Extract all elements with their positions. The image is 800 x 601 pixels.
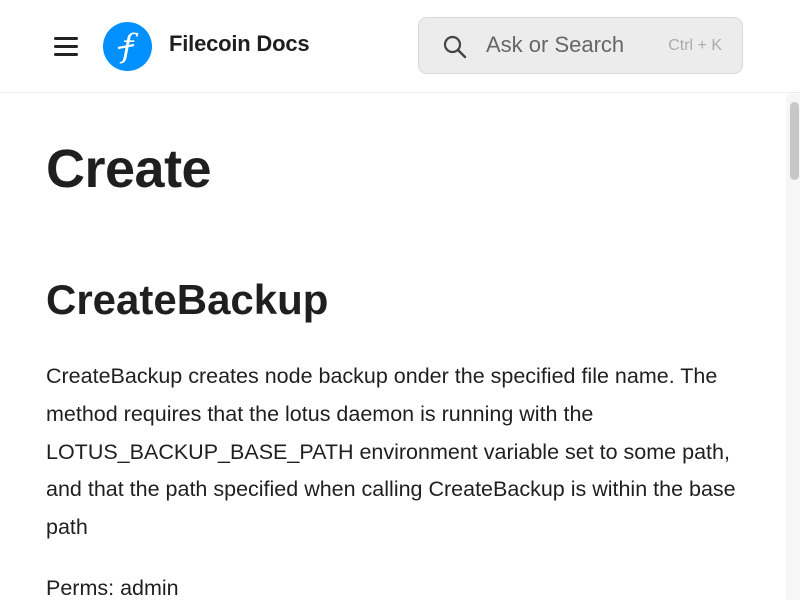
perms-text: Perms: admin [46, 576, 179, 600]
page-title: Create [46, 139, 212, 199]
search-shortcut-hint: Ctrl + K [668, 37, 722, 54]
site-title[interactable]: Filecoin Docs [169, 31, 310, 57]
search-icon [443, 35, 467, 59]
page-scrollbar[interactable] [786, 94, 800, 600]
section-title-createbackup: CreateBackup [46, 276, 329, 323]
hamburger-menu-bar [54, 53, 78, 56]
hamburger-menu-bar [54, 45, 78, 48]
hamburger-menu-button[interactable] [52, 34, 80, 58]
filecoin-logo-icon: f [117, 27, 139, 65]
filecoin-logo[interactable]: f [103, 22, 152, 71]
scrollbar-thumb[interactable] [790, 102, 799, 180]
search-placeholder: Ask or Search [486, 32, 625, 57]
search-box[interactable]: Ask or Search Ctrl + K [418, 17, 743, 74]
top-header: f Filecoin Docs Ask or Search Ctrl + K [0, 0, 800, 93]
hamburger-menu-icon [54, 37, 78, 40]
createbackup-description: CreateBackup creates node backup onder t… [46, 364, 736, 540]
